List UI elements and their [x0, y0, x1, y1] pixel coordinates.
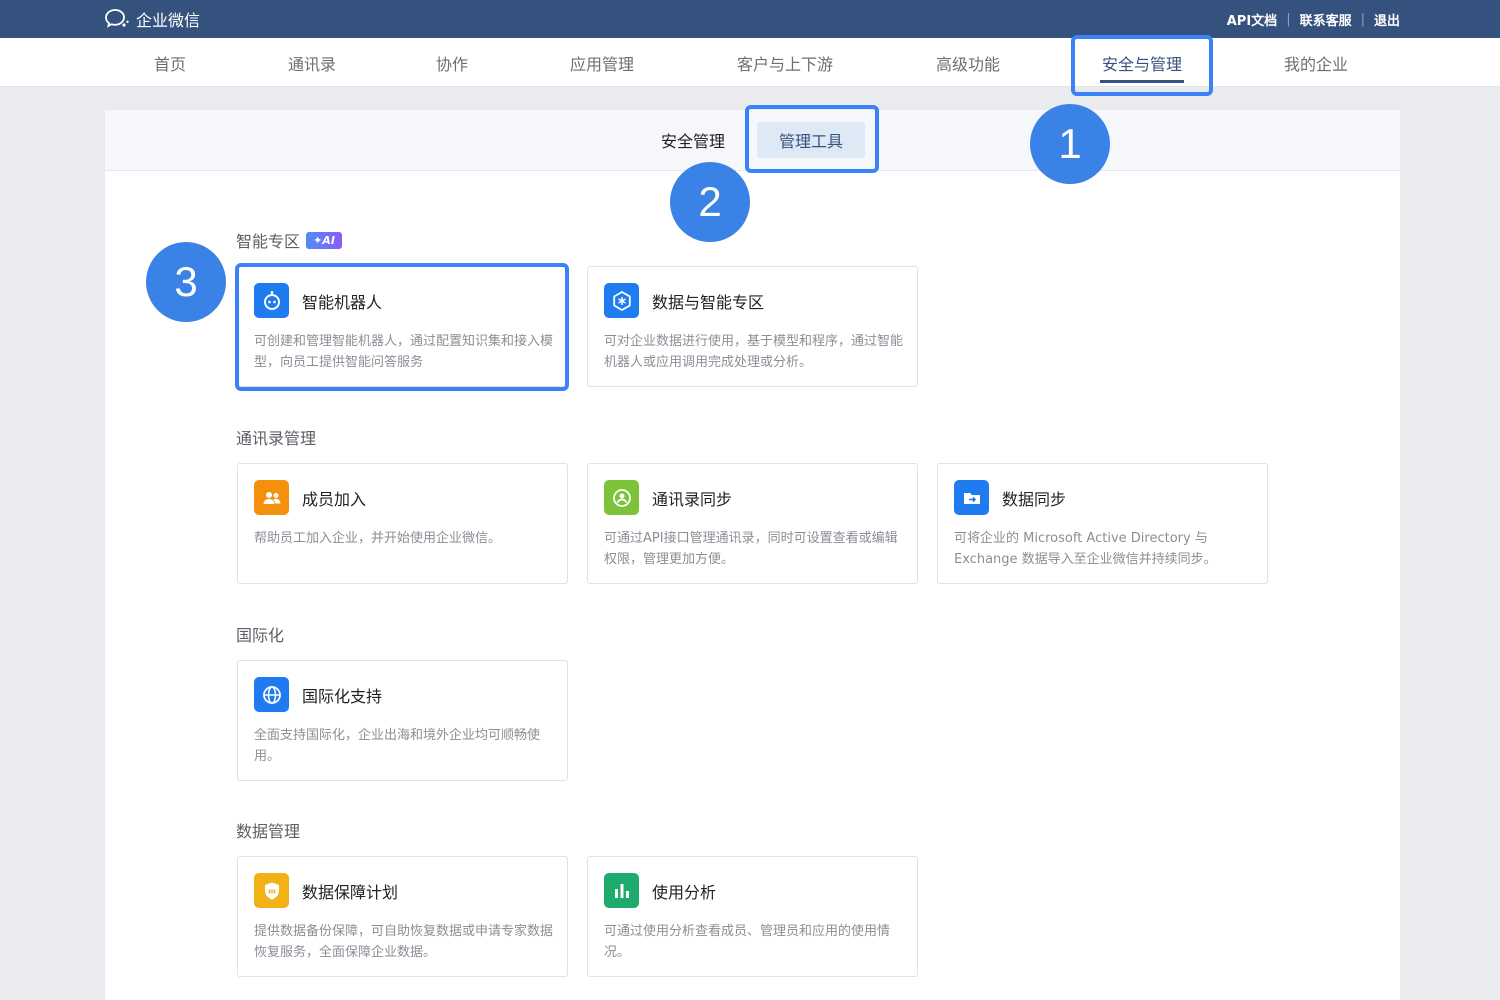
nav-item-app-management[interactable]: 应用管理 [546, 38, 658, 87]
card-title: 数据保障计划 [302, 883, 399, 902]
nav-item-contacts[interactable]: 通讯录 [262, 38, 362, 87]
card-contacts-sync[interactable]: 通讯录同步 可通过API接口管理通讯录，同时可设置查看或编辑权限，管理更加方便。 [587, 463, 918, 584]
section-title-internationalization: 国际化 [236, 622, 284, 646]
divider: | [1286, 12, 1291, 27]
ai-badge: ✦AI [306, 231, 343, 249]
card-internationalization-support[interactable]: 国际化支持 全面支持国际化，企业出海和境外企业均可顺畅使用。 [237, 660, 568, 781]
sub-tabs: 安全管理 管理工具 [105, 110, 1400, 171]
card-usage-analysis[interactable]: 使用分析 可通过使用分析查看成员、管理员和应用的使用情况。 [587, 856, 918, 977]
robot-icon [254, 283, 289, 318]
card-description: 可将企业的 Microsoft Active Directory 与 Excha… [954, 531, 1217, 567]
step-badge-3: 3 [146, 242, 226, 322]
data-zone-icon [604, 283, 639, 318]
bar-chart-icon [604, 873, 639, 908]
card-title: 数据与智能专区 [652, 293, 765, 312]
nav-item-collaboration[interactable]: 协作 [402, 38, 502, 87]
nav-item-my-enterprise[interactable]: 我的企业 [1260, 38, 1372, 87]
section-title-label: 通讯录管理 [236, 429, 317, 448]
section-title-data-management: 数据管理 [236, 818, 300, 842]
content-panel: 安全管理 管理工具 智能专区 ✦AI 智能机器人 可创建和管理智能机器人，通过配… [105, 110, 1400, 1000]
card-description: 可创建和管理智能机器人，通过配置知识集和接入模型，向员工提供智能问答服务 [254, 334, 554, 370]
step-badge-1: 1 [1030, 104, 1110, 184]
top-bar: 企业微信 API文档 | 联系客服 | 退出 [0, 0, 1500, 38]
card-data-protection-plan[interactable]: 数据保障计划 提供数据备份保障，可自助恢复数据或申请专家数据恢复服务，全面保障企… [237, 856, 568, 977]
card-member-join[interactable]: 成员加入 帮助员工加入企业，并开始使用企业微信。 [237, 463, 568, 584]
nav-item-customers[interactable]: 客户与上下游 [720, 38, 850, 87]
card-description: 全面支持国际化，企业出海和境外企业均可顺畅使用。 [254, 728, 541, 764]
tab-security-management[interactable]: 安全管理 [653, 122, 733, 158]
top-links: API文档 | 联系客服 | 退出 [1227, 10, 1400, 29]
section-title-label: 国际化 [236, 626, 285, 645]
card-title: 数据同步 [1002, 490, 1067, 509]
section-title-contacts-management: 通讯录管理 [236, 425, 316, 449]
card-title: 智能机器人 [302, 293, 383, 312]
divider: | [1360, 12, 1365, 27]
shield-icon [254, 873, 289, 908]
section-title-label: 智能专区 [236, 232, 301, 251]
tab-management-tools[interactable]: 管理工具 [757, 122, 865, 158]
nav-item-home[interactable]: 首页 [120, 38, 220, 87]
contacts-sync-icon [604, 480, 639, 515]
card-title: 使用分析 [652, 883, 717, 902]
card-description: 提供数据备份保障，可自助恢复数据或申请专家数据恢复服务，全面保障企业数据。 [254, 924, 554, 960]
logo-text: 企业微信 [136, 11, 201, 30]
section-title-ai-zone: 智能专区 ✦AI [236, 228, 343, 252]
section-title-label: 数据管理 [236, 822, 301, 841]
card-description: 帮助员工加入企业，并开始使用企业微信。 [254, 531, 502, 546]
nav-item-security-management[interactable]: 安全与管理 [1082, 38, 1202, 87]
card-smart-robot[interactable]: 智能机器人 可创建和管理智能机器人，通过配置知识集和接入模型，向员工提供智能问答… [237, 266, 568, 387]
globe-icon [254, 677, 289, 712]
main-nav: 首页 通讯录 协作 应用管理 客户与上下游 高级功能 安全与管理 我的企业 [0, 38, 1500, 87]
members-icon [254, 480, 289, 515]
card-data-intelligence-zone[interactable]: 数据与智能专区 可对企业数据进行使用，基于模型和程序，通过智能机器人或应用调用完… [587, 266, 918, 387]
card-description: 可通过API接口管理通讯录，同时可设置查看或编辑权限，管理更加方便。 [604, 531, 898, 567]
step-badge-2: 2 [670, 162, 750, 242]
api-docs-link[interactable]: API文档 [1227, 10, 1277, 29]
card-title: 通讯录同步 [652, 490, 733, 509]
card-description: 可通过使用分析查看成员、管理员和应用的使用情况。 [604, 924, 891, 960]
logo[interactable]: 企业微信 [104, 8, 200, 30]
wecom-logo-icon [105, 9, 129, 28]
card-title: 国际化支持 [302, 687, 383, 706]
nav-item-advanced[interactable]: 高级功能 [912, 38, 1024, 87]
logout-link[interactable]: 退出 [1374, 10, 1400, 29]
folder-sync-icon [954, 480, 989, 515]
card-data-sync[interactable]: 数据同步 可将企业的 Microsoft Active Directory 与 … [937, 463, 1268, 584]
card-description: 可对企业数据进行使用，基于模型和程序，通过智能机器人或应用调用完成处理或分析。 [604, 334, 904, 370]
card-title: 成员加入 [302, 490, 367, 509]
contact-support-link[interactable]: 联系客服 [1300, 10, 1352, 29]
